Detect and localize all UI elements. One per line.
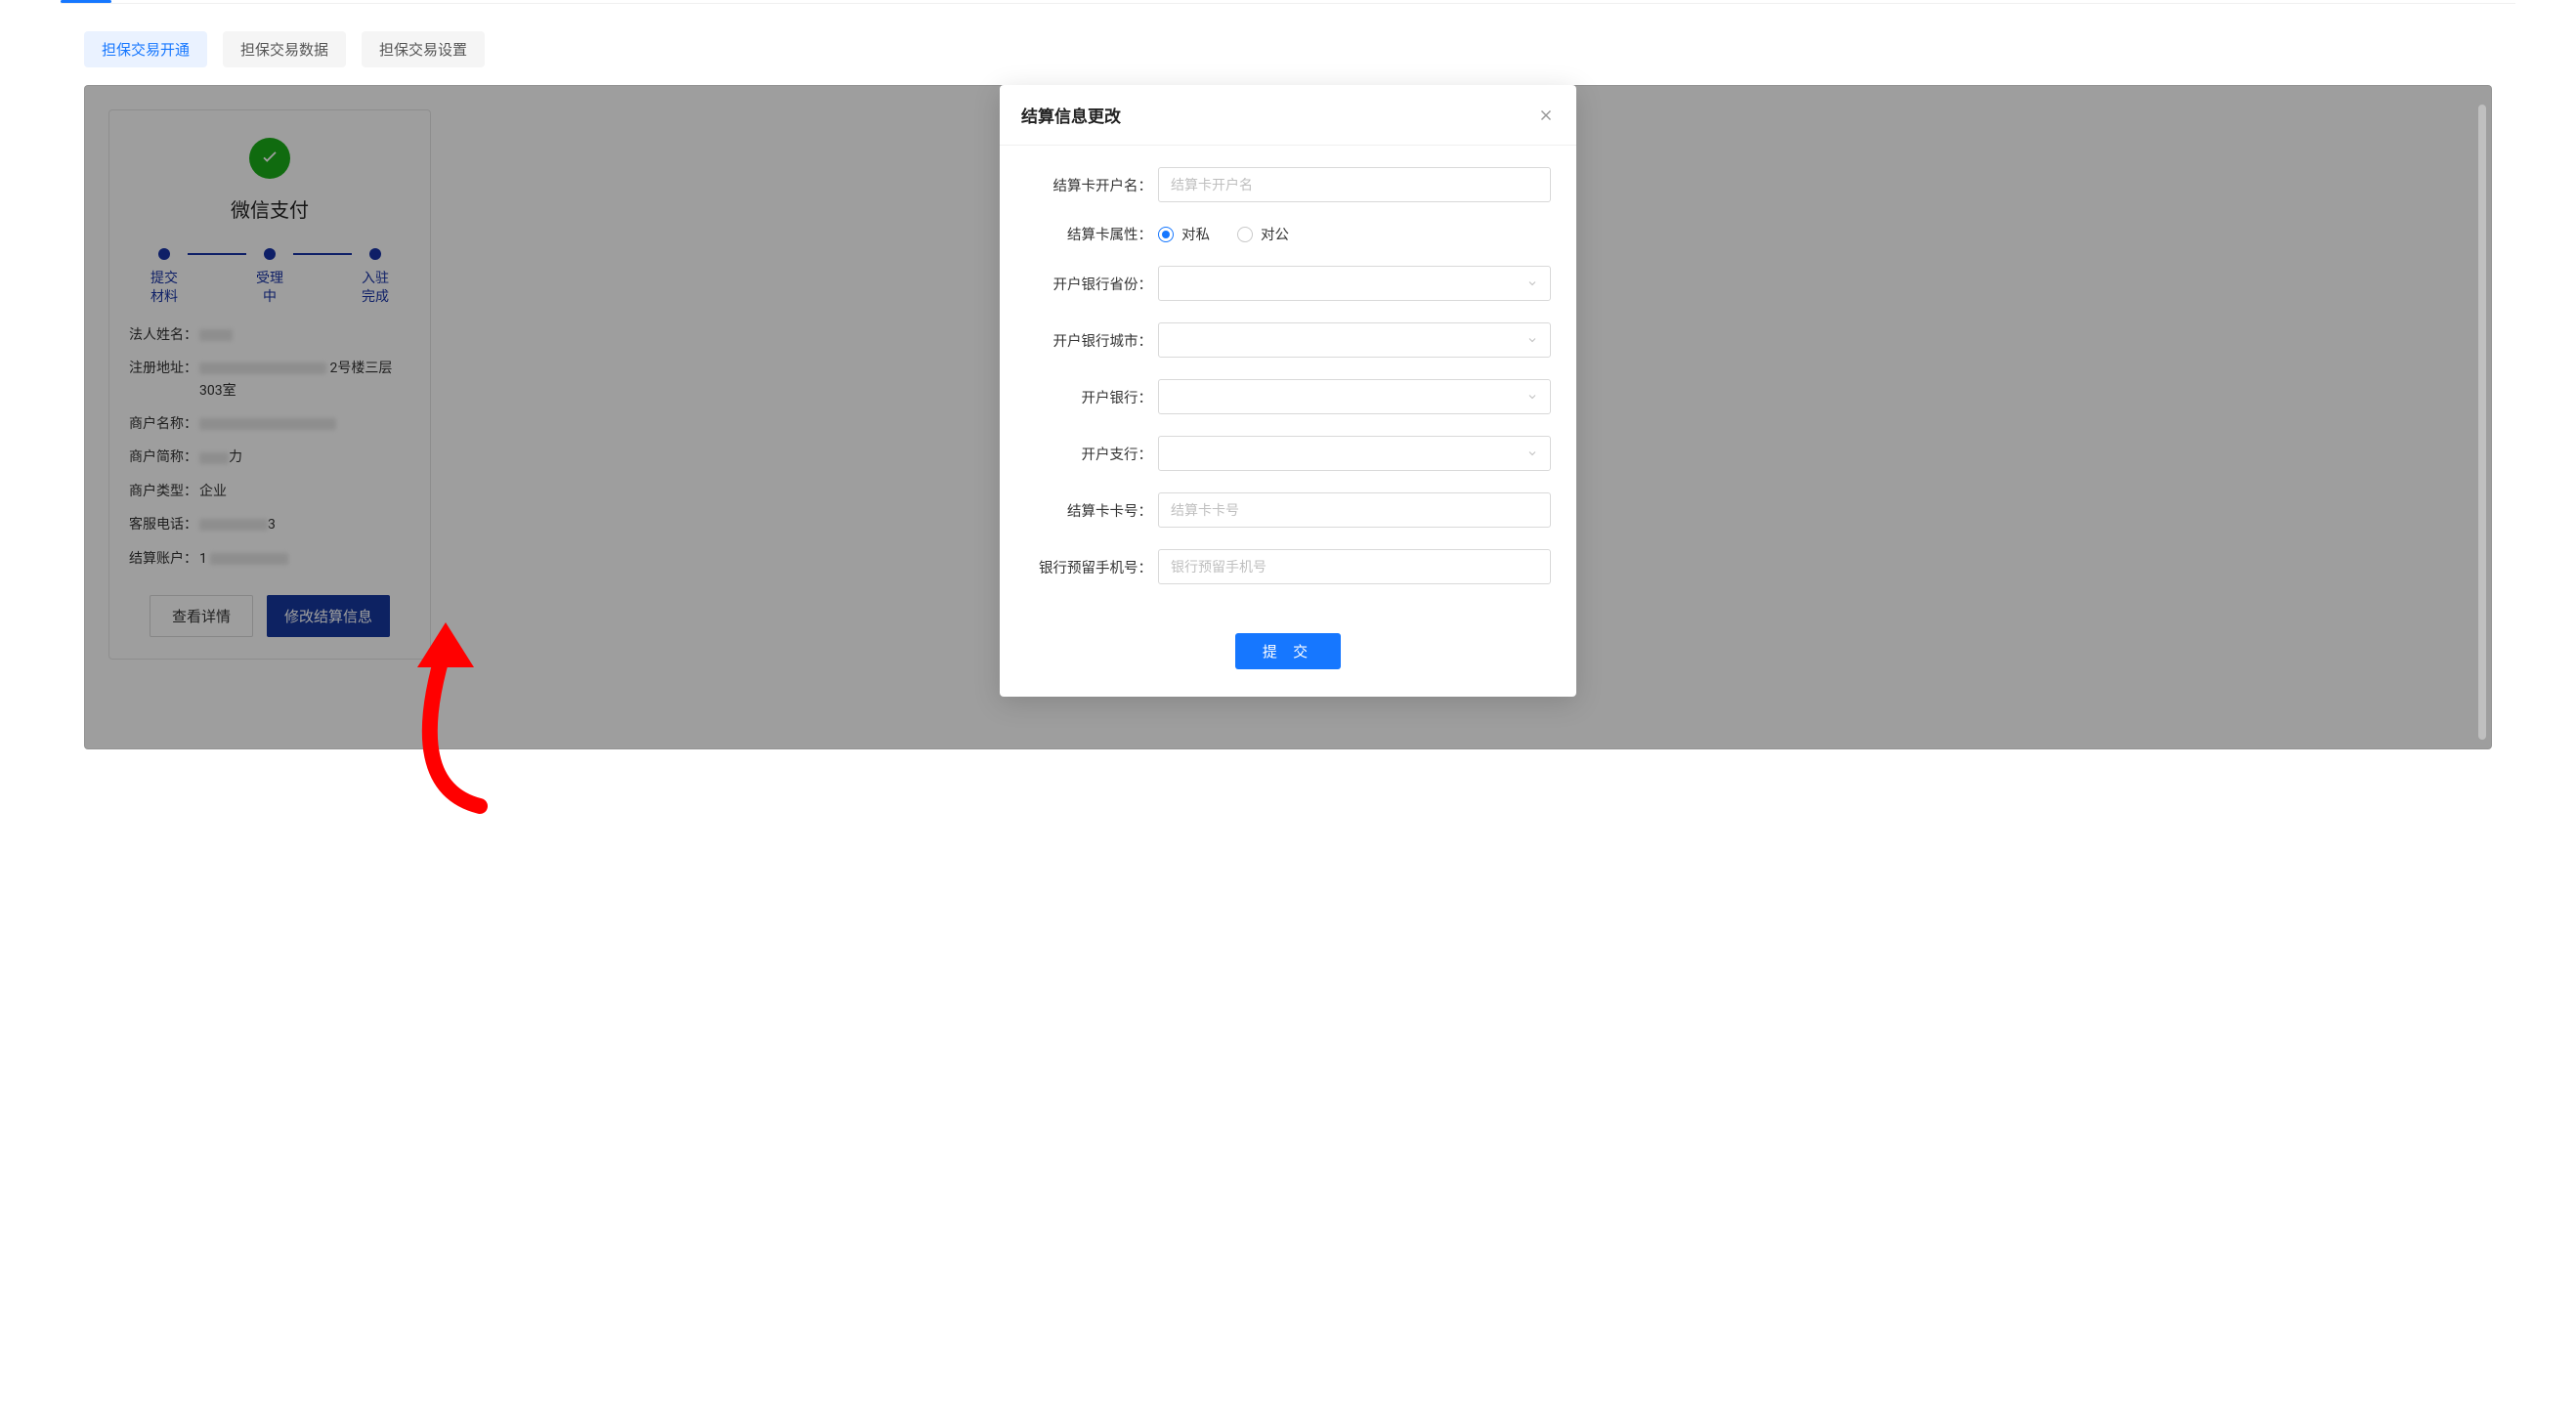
row-bank-city: 开户银行城市：: [1025, 322, 1551, 358]
label-bank: 开户银行：: [1025, 387, 1152, 407]
close-icon[interactable]: [1537, 107, 1555, 124]
radio-private-label: 对私: [1181, 224, 1210, 244]
settlement-form: 结算卡开户名： 结算卡属性： 对私: [1000, 146, 1576, 669]
radio-public-label: 对公: [1261, 224, 1289, 244]
tab-secured-data[interactable]: 担保交易数据: [223, 31, 346, 67]
label-reserved-phone: 银行预留手机号：: [1025, 557, 1152, 577]
label-bank-city: 开户银行城市：: [1025, 330, 1152, 351]
input-account-name[interactable]: [1158, 167, 1551, 202]
label-bank-province: 开户银行省份：: [1025, 274, 1152, 294]
radio-public[interactable]: 对公: [1237, 224, 1289, 244]
row-reserved-phone: 银行预留手机号：: [1025, 549, 1551, 584]
chevron-down-icon: [1526, 334, 1538, 346]
scrollbar-thumb[interactable]: [2478, 105, 2486, 740]
tabs-container: 担保交易开通 担保交易数据 担保交易设置: [0, 4, 2576, 85]
tab-secured-settings[interactable]: 担保交易设置: [362, 31, 485, 67]
input-reserved-phone[interactable]: [1158, 549, 1551, 584]
row-account-name: 结算卡开户名：: [1025, 167, 1551, 202]
submit-button[interactable]: 提 交: [1235, 633, 1341, 669]
main-area: 微信支付 提交 材料 受理 中 入驻 完成: [84, 85, 2492, 749]
select-branch[interactable]: [1158, 436, 1551, 471]
select-bank[interactable]: [1158, 379, 1551, 414]
tab-secured-open[interactable]: 担保交易开通: [84, 31, 207, 67]
chevron-down-icon: [1526, 277, 1538, 289]
label-account-name: 结算卡开户名：: [1025, 175, 1152, 195]
radio-private[interactable]: 对私: [1158, 224, 1210, 244]
chevron-down-icon: [1526, 391, 1538, 403]
submit-row: 提 交: [1025, 633, 1551, 669]
row-card-number: 结算卡卡号：: [1025, 492, 1551, 528]
row-bank: 开户银行：: [1025, 379, 1551, 414]
row-bank-province: 开户银行省份：: [1025, 266, 1551, 301]
select-bank-city[interactable]: [1158, 322, 1551, 358]
chevron-down-icon: [1526, 448, 1538, 459]
row-card-type: 结算卡属性： 对私 对公: [1025, 224, 1551, 244]
modal-title: 结算信息更改: [1021, 103, 1121, 127]
label-branch: 开户支行：: [1025, 444, 1152, 464]
input-card-number[interactable]: [1158, 492, 1551, 528]
row-branch: 开户支行：: [1025, 436, 1551, 471]
label-card-type: 结算卡属性：: [1025, 224, 1152, 244]
select-bank-province[interactable]: [1158, 266, 1551, 301]
modal-header: 结算信息更改: [1000, 85, 1576, 146]
radio-group-card-type: 对私 对公: [1158, 224, 1551, 244]
label-card-number: 结算卡卡号：: [1025, 500, 1152, 521]
settlement-modal: 结算信息更改 结算卡开户名： 结算卡属性：: [1000, 85, 1576, 697]
